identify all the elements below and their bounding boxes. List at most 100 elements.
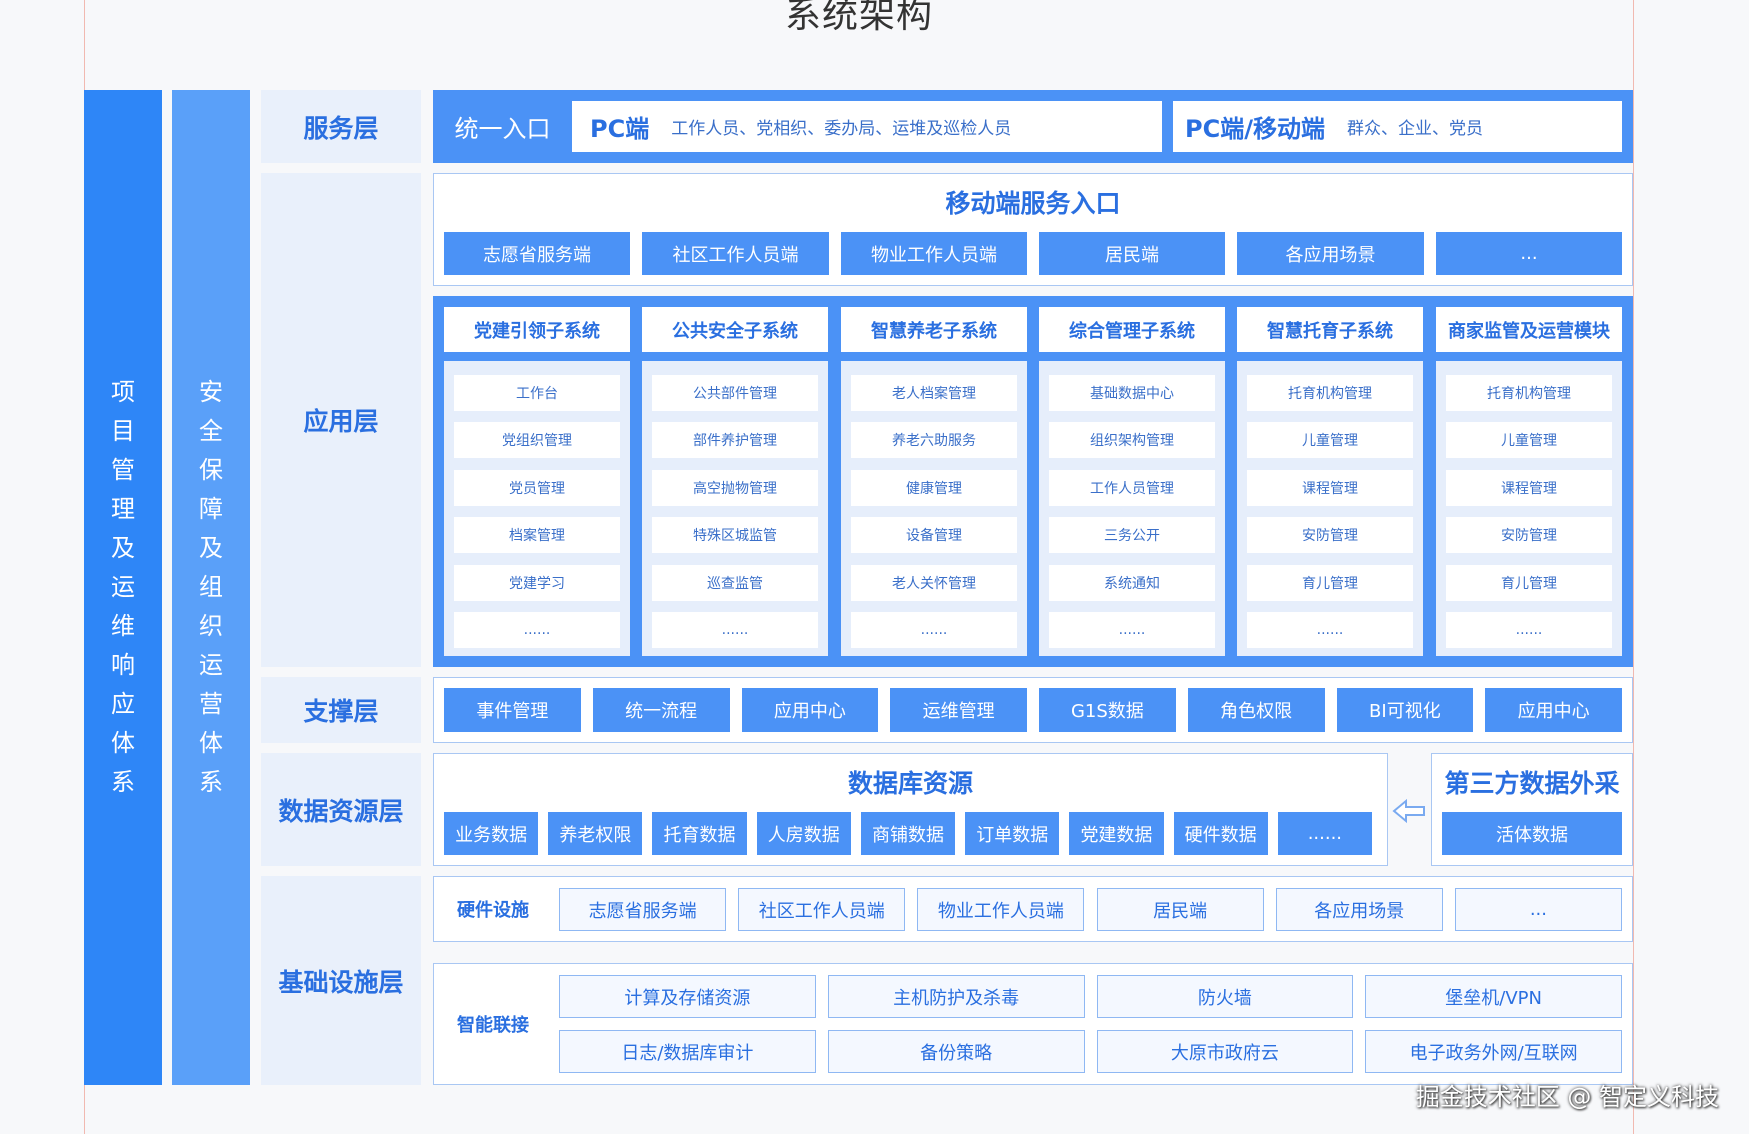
- mobile-entry-volunteer[interactable]: 志愿省服务端: [444, 232, 630, 275]
- subsystem-item[interactable]: 系统通知: [1049, 565, 1215, 601]
- subsystem-item[interactable]: 基础数据中心: [1049, 375, 1215, 411]
- subsystem-item[interactable]: 养老六助服务: [851, 422, 1017, 458]
- project-management-bar: 项目管理及运维响应体系: [84, 90, 162, 1085]
- subsystem-item[interactable]: 设备管理: [851, 517, 1017, 553]
- subsystem-header[interactable]: 智慧养老子系统: [841, 307, 1027, 352]
- page-border-right: [1633, 0, 1634, 1134]
- subsystem-item[interactable]: ......: [1446, 612, 1612, 648]
- database-item[interactable]: ......: [1277, 812, 1372, 855]
- support-item[interactable]: 事件管理: [444, 688, 581, 732]
- subsystem-item[interactable]: 巡查监管: [652, 565, 818, 601]
- subsystem-item[interactable]: 特殊区城监管: [652, 517, 818, 553]
- subsystem-item[interactable]: 党建学习: [454, 565, 620, 601]
- database-item[interactable]: 托育数据: [652, 812, 747, 855]
- pc-users: 工作人员、党相织、委办局、运堆及巡检人员: [671, 119, 1012, 139]
- database-item[interactable]: 人房数据: [756, 812, 851, 855]
- mobile-entry-resident[interactable]: 居民端: [1039, 232, 1225, 275]
- mobile-entry-scenarios[interactable]: 各应用场景: [1237, 232, 1424, 275]
- subsystem-item[interactable]: 托育机构管理: [1247, 375, 1413, 411]
- subsystem-item[interactable]: 健康管理: [851, 470, 1017, 506]
- subsystem-item[interactable]: 组织架构管理: [1049, 422, 1215, 458]
- mobile-entry-box: PC端/移动端 群众、企业、党员: [1173, 101, 1622, 152]
- database-title: 数据库资源: [847, 769, 973, 798]
- pc-entry-box: PC端 工作人员、党相织、委办局、运堆及巡检人员: [572, 101, 1162, 152]
- layer-label-data: 数据资源层: [261, 753, 421, 866]
- subsystem-item[interactable]: ......: [851, 612, 1017, 648]
- subsystem-item[interactable]: ......: [652, 612, 818, 648]
- support-item[interactable]: BI可视化: [1336, 688, 1474, 732]
- smart-link-item[interactable]: 大原市政府云: [1096, 1030, 1354, 1073]
- database-item[interactable]: 党建数据: [1069, 812, 1164, 855]
- subsystem-item[interactable]: 儿童管理: [1446, 422, 1612, 458]
- subsystem-item[interactable]: ......: [454, 612, 620, 648]
- page-title: 系统架构: [784, 0, 933, 36]
- subsystem-header[interactable]: 综合管理子系统: [1039, 307, 1225, 352]
- hardware-item[interactable]: 物业工作人员端: [917, 888, 1085, 931]
- hardware-label: 硬件设施: [457, 900, 529, 921]
- database-item[interactable]: 商铺数据: [860, 812, 956, 855]
- subsystem-item[interactable]: 部件养护管理: [652, 422, 818, 458]
- watermark: 掘金技术社区 @ 智定义科技: [1415, 1083, 1719, 1111]
- subsystem-item[interactable]: ......: [1049, 612, 1215, 648]
- subsystem-header[interactable]: 商家监管及运营模块: [1436, 307, 1622, 352]
- subsystem-item[interactable]: 工作台: [454, 375, 620, 411]
- support-item[interactable]: 角色权限: [1187, 688, 1325, 732]
- hardware-item[interactable]: 各应用场景: [1275, 888, 1443, 931]
- subsystem-item[interactable]: 安防管理: [1446, 517, 1612, 553]
- subsystem-item[interactable]: 老人关怀管理: [851, 565, 1017, 601]
- subsystem-header[interactable]: 党建引领子系统: [444, 307, 630, 352]
- support-item[interactable]: 应用中心: [741, 688, 879, 732]
- subsystem-item[interactable]: 高空抛物管理: [652, 470, 818, 506]
- smart-link-item[interactable]: 备份策略: [827, 1030, 1085, 1073]
- third-party-live-data[interactable]: 活体数据: [1442, 812, 1622, 855]
- smart-link-item[interactable]: 计算及存储资源: [559, 975, 816, 1018]
- mobile-entry-community[interactable]: 社区工作人员端: [642, 232, 829, 275]
- subsystem-item[interactable]: 老人档案管理: [851, 375, 1017, 411]
- subsystem-item[interactable]: 公共部件管理: [652, 375, 818, 411]
- subsystem-item[interactable]: 党员管理: [454, 470, 620, 506]
- smart-link-item[interactable]: 电子政务外网/互联网: [1365, 1030, 1622, 1073]
- subsystem-item[interactable]: 三务公开: [1049, 517, 1215, 553]
- smart-link-item[interactable]: 主机防护及杀毒: [827, 975, 1085, 1018]
- subsystem-item[interactable]: 党组织管理: [454, 422, 620, 458]
- unified-entry-label: 统一入口: [454, 115, 551, 143]
- arrow-left-icon: [1392, 798, 1426, 824]
- subsystem-item[interactable]: 档案管理: [454, 517, 620, 553]
- hardware-item[interactable]: 志愿省服务端: [559, 888, 727, 931]
- layer-label-service: 服务层: [261, 90, 421, 163]
- hardware-item[interactable]: ...: [1454, 888, 1622, 931]
- smart-link-label: 智能联接: [457, 1015, 529, 1036]
- support-item[interactable]: 运维管理: [890, 688, 1027, 732]
- subsystem-item[interactable]: 课程管理: [1247, 470, 1413, 506]
- smart-link-item[interactable]: 堡垒机/VPN: [1365, 975, 1622, 1018]
- third-party-title: 第三方数据外采: [1444, 769, 1620, 798]
- hardware-item[interactable]: 社区工作人员端: [738, 888, 906, 931]
- subsystem-item[interactable]: 工作人员管理: [1049, 470, 1215, 506]
- smart-link-item[interactable]: 日志/数据库审计: [559, 1030, 816, 1073]
- database-item[interactable]: 订单数据: [965, 812, 1060, 855]
- project-management-label: 项目管理及运维响应体系: [111, 378, 135, 796]
- subsystem-item[interactable]: 安防管理: [1247, 517, 1413, 553]
- database-item[interactable]: 硬件数据: [1173, 812, 1268, 855]
- mobile-entry-more[interactable]: ...: [1436, 232, 1622, 275]
- subsystem-item[interactable]: 课程管理: [1446, 470, 1612, 506]
- hardware-item[interactable]: 居民端: [1096, 888, 1264, 931]
- support-item[interactable]: G1S数据: [1039, 688, 1176, 732]
- subsystem-header[interactable]: 智慧托育子系统: [1237, 307, 1423, 352]
- subsystem-item[interactable]: 育儿管理: [1446, 565, 1612, 601]
- pc-label: PC端: [590, 115, 650, 143]
- database-item[interactable]: 业务数据: [444, 812, 539, 855]
- subsystem-item[interactable]: 托育机构管理: [1446, 375, 1612, 411]
- mobile-users: 群众、企业、党员: [1346, 119, 1483, 139]
- support-item[interactable]: 统一流程: [592, 688, 730, 732]
- database-item[interactable]: 养老权限: [548, 812, 643, 855]
- layer-label-infra: 基础设施层: [261, 876, 421, 1085]
- subsystem-item[interactable]: 育儿管理: [1247, 565, 1413, 601]
- subsystem-item[interactable]: ......: [1247, 612, 1413, 648]
- subsystem-item[interactable]: 儿童管理: [1247, 422, 1413, 458]
- subsystem-header[interactable]: 公共安全子系统: [642, 307, 828, 352]
- security-operations-bar: 安全保障及组织运营体系: [172, 90, 250, 1085]
- mobile-entry-property[interactable]: 物业工作人员端: [841, 232, 1027, 275]
- support-item[interactable]: 应用中心: [1485, 688, 1622, 732]
- smart-link-item[interactable]: 防火墙: [1096, 975, 1354, 1018]
